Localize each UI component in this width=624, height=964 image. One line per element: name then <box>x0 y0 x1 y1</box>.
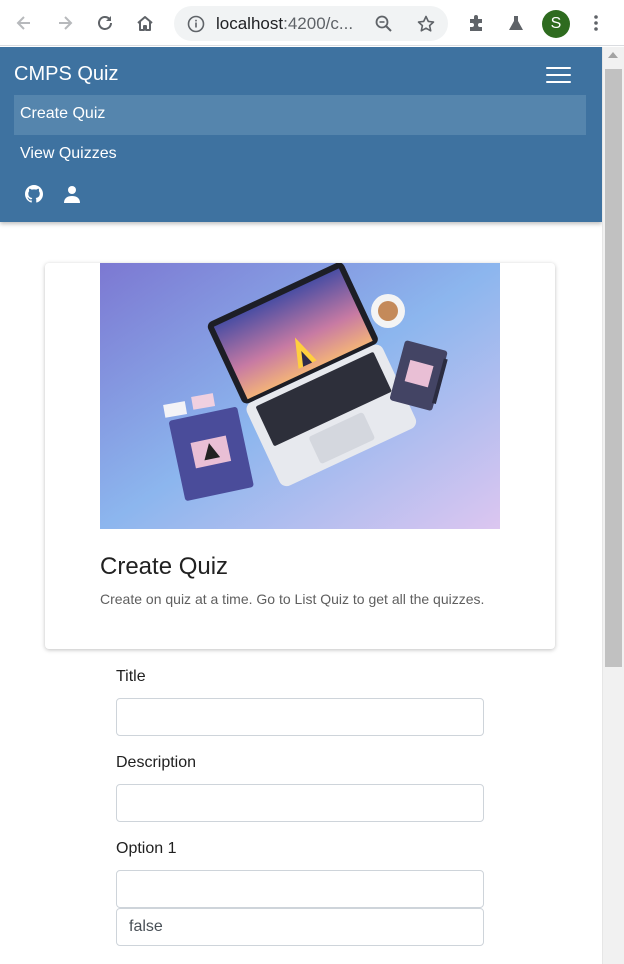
address-bar[interactable]: localhost:4200/c... <box>174 6 448 41</box>
page-scrollbar[interactable] <box>602 47 624 964</box>
create-quiz-card: Create Quiz Create on quiz at a time. Go… <box>45 263 555 649</box>
url-text: localhost:4200/c... <box>216 14 354 33</box>
title-label: Title <box>116 668 146 685</box>
description-input[interactable] <box>116 784 484 822</box>
scroll-thumb[interactable] <box>605 69 622 667</box>
forward-icon[interactable] <box>53 11 77 35</box>
top-navbar: CMPS Quiz Create Quiz View Quizzes <box>0 47 602 222</box>
navbar-brand[interactable]: CMPS Quiz <box>14 63 118 86</box>
reload-icon[interactable] <box>93 11 117 35</box>
back-icon[interactable] <box>12 11 36 35</box>
nav-item-view-quizzes[interactable]: View Quizzes <box>14 135 586 175</box>
extensions-icon[interactable] <box>464 11 488 35</box>
browser-menu-icon[interactable] <box>584 11 608 35</box>
card-subtitle: Create on quiz at a time. Go to List Qui… <box>100 591 485 607</box>
home-icon[interactable] <box>133 11 157 35</box>
option1-label: Option 1 <box>116 840 177 857</box>
hero-image <box>100 263 500 529</box>
nav-item-create-quiz[interactable]: Create Quiz <box>14 95 586 135</box>
page-viewport: CMPS Quiz Create Quiz View Quizzes Creat… <box>0 47 602 964</box>
labs-flask-icon[interactable] <box>504 11 528 35</box>
option1-input[interactable] <box>116 870 484 908</box>
option1-correct-input[interactable] <box>116 908 484 946</box>
title-input[interactable] <box>116 698 484 736</box>
site-info-icon[interactable] <box>184 12 208 36</box>
user-icon[interactable] <box>63 185 81 203</box>
description-label: Description <box>116 754 197 771</box>
browser-toolbar: localhost:4200/c... S <box>0 0 624 46</box>
navbar-toggle-button[interactable] <box>536 59 582 91</box>
card-title: Create Quiz <box>100 553 229 580</box>
bookmark-star-icon[interactable] <box>414 12 438 36</box>
scroll-up-arrow-icon[interactable] <box>608 52 618 58</box>
zoom-out-icon[interactable] <box>372 12 396 36</box>
github-icon[interactable] <box>25 185 43 203</box>
profile-avatar[interactable]: S <box>542 10 570 38</box>
